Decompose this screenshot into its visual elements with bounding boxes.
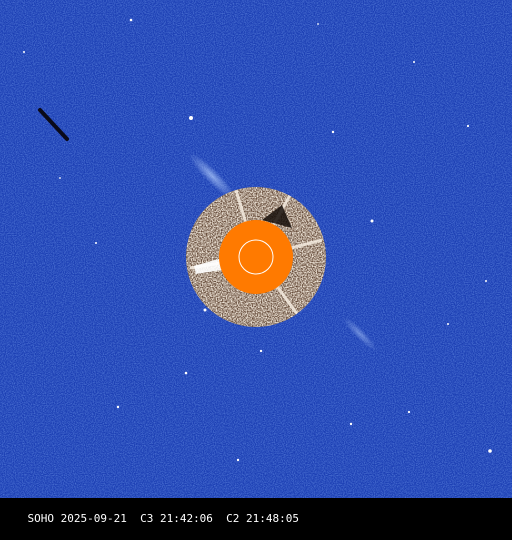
coronagraph-image: SOHO 2025-09-21 C3 21:42:06 C2 21:48:05: [0, 0, 512, 525]
caption-bar: SOHO 2025-09-21 C3 21:42:06 C2 21:48:05: [0, 498, 512, 525]
image-caption: SOHO 2025-09-21 C3 21:42:06 C2 21:48:05: [27, 512, 300, 525]
occulting-disk: [219, 220, 293, 294]
coronagraph-field: [0, 0, 512, 498]
